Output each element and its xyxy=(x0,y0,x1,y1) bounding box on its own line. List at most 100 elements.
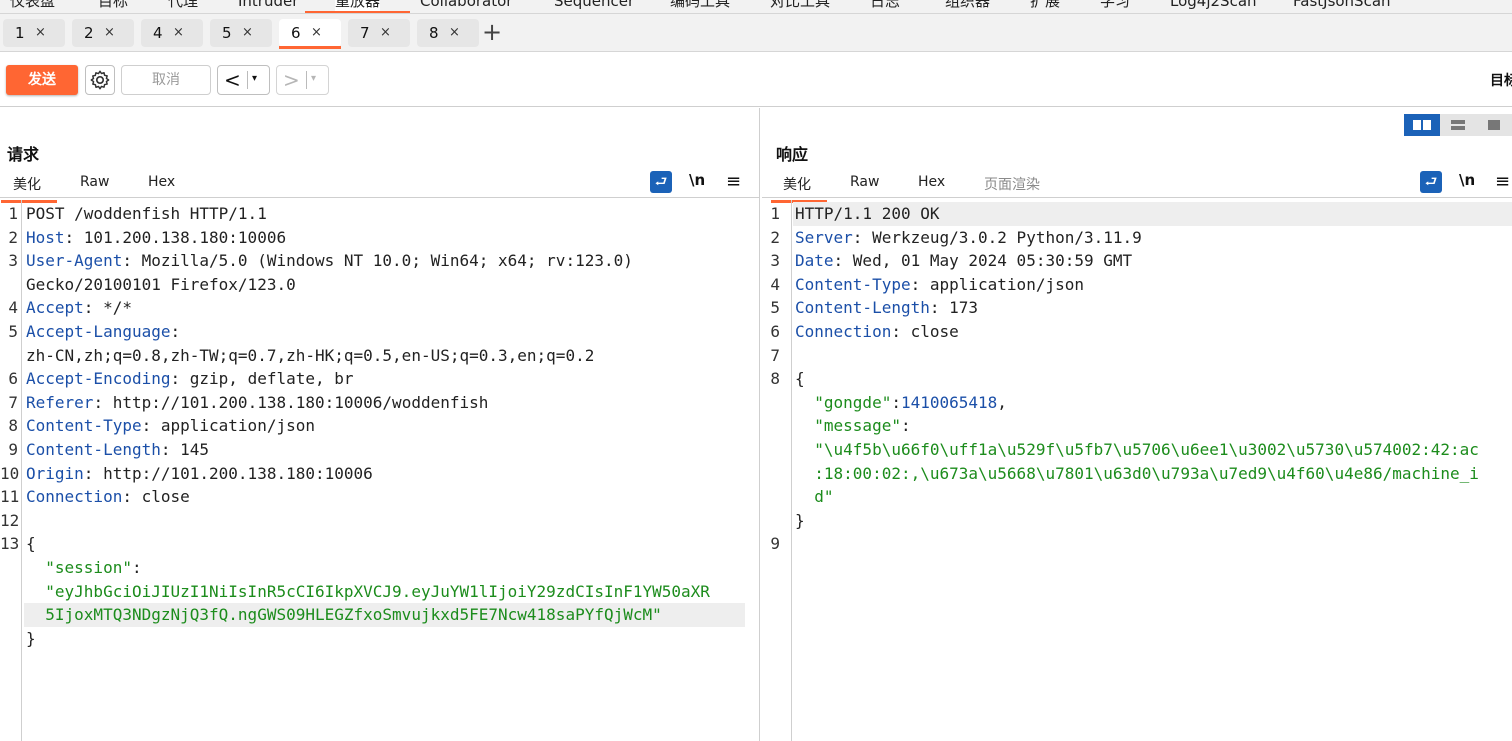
tab-pretty[interactable]: 美化 xyxy=(1,174,57,203)
line-number: 9 xyxy=(770,534,780,554)
code-text: "eyJhbGciOiJIUzI1NiIsInR5cCI6IkpXVCJ9.ey… xyxy=(26,580,710,604)
code-text: 5IjoxMTQ3NDgzNjQ3fQ.ngGWS09HLEGZfxoSmvuj… xyxy=(26,603,662,627)
close-icon[interactable]: × xyxy=(104,19,115,47)
target-label[interactable]: 目标 xyxy=(1490,70,1512,90)
code-token: Connection xyxy=(26,487,123,507)
line-number: 3 xyxy=(770,251,780,271)
menu-icon[interactable]: ≡ xyxy=(1495,171,1510,192)
settings-button[interactable] xyxy=(85,65,115,95)
tool-tab[interactable]: 代理 xyxy=(168,0,198,13)
tab-hex[interactable]: Hex xyxy=(918,174,945,190)
gear-icon xyxy=(90,70,110,90)
close-icon[interactable]: × xyxy=(242,19,253,47)
tab-render[interactable]: 页面渲染 xyxy=(984,174,1040,194)
tool-tab[interactable]: Intruder xyxy=(238,0,298,13)
code-token: d" xyxy=(795,487,834,507)
code-text: "gongde":1410065418, xyxy=(795,391,1007,415)
code-line: 3 Date: Wed, 01 May 2024 05:30:59 GMT xyxy=(762,249,1512,273)
code-token: POST /woddenfish HTTP/1.1 xyxy=(26,204,267,223)
tool-tab[interactable]: 扩展 xyxy=(1030,0,1060,13)
repeater-tab[interactable]: 4 × xyxy=(141,19,203,47)
cancel-button[interactable]: 取消 xyxy=(121,65,211,95)
tool-tab[interactable]: 目标 xyxy=(98,0,128,13)
code-line: 11 Connection: close xyxy=(0,485,759,509)
repeater-tabs-bar: 8 × 7 × 6 × 5 × 4 × 2 × 1 × + xyxy=(0,14,1512,52)
newline-toggle[interactable]: \n xyxy=(689,171,705,189)
code-token: Content-Type xyxy=(795,274,911,294)
code-token: "message" xyxy=(795,416,901,436)
repeater-tab[interactable]: 1 × xyxy=(3,19,65,47)
menu-icon[interactable]: ≡ xyxy=(726,171,741,192)
tool-tab[interactable]: Collaborator xyxy=(420,0,512,13)
tool-tab[interactable]: 重放器 xyxy=(304,0,411,13)
code-text: "message": xyxy=(795,414,910,438)
code-line: 6 Accept-Encoding: gzip, deflate, br xyxy=(0,367,759,391)
repeater-tab[interactable]: 5 × xyxy=(210,19,272,47)
code-line: 6 Connection: close xyxy=(762,320,1512,344)
tab-hex[interactable]: Hex xyxy=(148,174,175,190)
code-token: : Wed, 01 May 2024 05:30:59 GMT xyxy=(833,251,1133,271)
code-text: { xyxy=(795,367,805,391)
repeater-tab[interactable]: 2 × xyxy=(72,19,134,47)
response-title: 响应 xyxy=(776,145,809,164)
tool-tab[interactable]: Sequencer xyxy=(554,0,634,13)
code-token: "session" xyxy=(26,558,132,577)
code-text: Content-Length: 145 xyxy=(26,438,209,462)
tool-tab[interactable]: 编码工具 xyxy=(670,0,730,13)
tool-tab[interactable]: FastJsonScan xyxy=(1293,0,1391,13)
tool-tab[interactable]: Log4j2Scan xyxy=(1170,0,1257,13)
repeater-tab[interactable]: 8 × xyxy=(417,19,479,47)
close-icon[interactable]: × xyxy=(311,19,322,47)
layout-stacked-button[interactable] xyxy=(1440,114,1476,136)
line-number: 4 xyxy=(8,298,18,318)
prev-button[interactable]: < ▾ xyxy=(217,65,270,95)
chevron-down-icon[interactable]: ▾ xyxy=(252,73,257,84)
word-wrap-icon[interactable]: ⮐ xyxy=(1420,171,1442,193)
code-token: : gzip, deflate, br xyxy=(170,369,354,389)
code-token: : close xyxy=(891,322,959,341)
next-button[interactable]: > ▾ xyxy=(276,65,329,95)
close-icon[interactable]: × xyxy=(173,19,184,47)
code-token: Content-Type xyxy=(26,416,142,436)
close-icon[interactable]: × xyxy=(35,19,46,47)
tool-tab[interactable]: 学习 xyxy=(1100,0,1130,13)
code-token: Referer xyxy=(26,392,94,412)
layout-side-by-side-button[interactable] xyxy=(1404,114,1440,136)
code-text: Connection: close xyxy=(795,320,959,344)
tab-raw[interactable]: Raw xyxy=(80,174,109,190)
request-editor[interactable]: 1 POST /woddenfish HTTP/1.1 2 Host: 101.200… xyxy=(0,200,759,741)
code-token: : http://101.200.138.180:10006 xyxy=(83,463,373,483)
tab-raw[interactable]: Raw xyxy=(850,174,879,190)
code-token: User-Agent xyxy=(26,251,123,271)
response-editor[interactable]: 1 HTTP/1.1 200 OK 2 Server: Werkzeug/3.0.2 … xyxy=(762,200,1512,741)
code-token: Gecko/20100101 Firefox/123.0 xyxy=(26,274,296,294)
code-token: : Mozilla/5.0 (Windows NT 10.0; Win64; x… xyxy=(122,251,633,271)
tool-tab[interactable]: 组织器 xyxy=(945,0,990,13)
code-token: Content-Length xyxy=(26,440,161,459)
tool-tab[interactable]: 对比工具 xyxy=(770,0,830,13)
code-token: 5IjoxMTQ3NDgzNjQ3fQ.ngGWS09HLEGZfxoSmvuj… xyxy=(26,605,662,625)
close-icon[interactable]: × xyxy=(380,19,391,47)
tool-tabs-bar: 仪表盘 目标 代理 Intruder 重放器 Collaborator Sequencer 编… xyxy=(0,0,1512,14)
line-number: 9 xyxy=(8,440,18,459)
code-text: d" xyxy=(795,485,834,509)
repeater-tab[interactable]: 6 × xyxy=(279,19,341,49)
chevron-down-icon[interactable]: ▾ xyxy=(311,73,316,84)
tool-tab[interactable]: 日志 xyxy=(870,0,900,13)
add-tab-button[interactable]: + xyxy=(481,19,503,47)
send-button[interactable]: 发送 xyxy=(6,65,78,95)
tab-label: 6 xyxy=(291,24,301,42)
layout-tabs-button[interactable] xyxy=(1476,114,1512,136)
word-wrap-icon[interactable]: ⮐ xyxy=(650,171,672,193)
tab-pretty[interactable]: 美化 xyxy=(771,174,827,203)
repeater-tab[interactable]: 7 × xyxy=(348,19,410,47)
code-token: 1410065418 xyxy=(900,392,998,412)
tool-tab[interactable]: 仪表盘 xyxy=(10,0,55,13)
code-line: 13 { xyxy=(0,532,759,556)
single-panel-icon xyxy=(1488,120,1500,130)
close-icon[interactable]: × xyxy=(449,19,460,47)
line-number: 6 xyxy=(8,369,18,389)
code-token: Accept xyxy=(26,298,84,318)
code-text: Gecko/20100101 Firefox/123.0 xyxy=(26,273,296,297)
newline-toggle[interactable]: \n xyxy=(1459,171,1475,189)
